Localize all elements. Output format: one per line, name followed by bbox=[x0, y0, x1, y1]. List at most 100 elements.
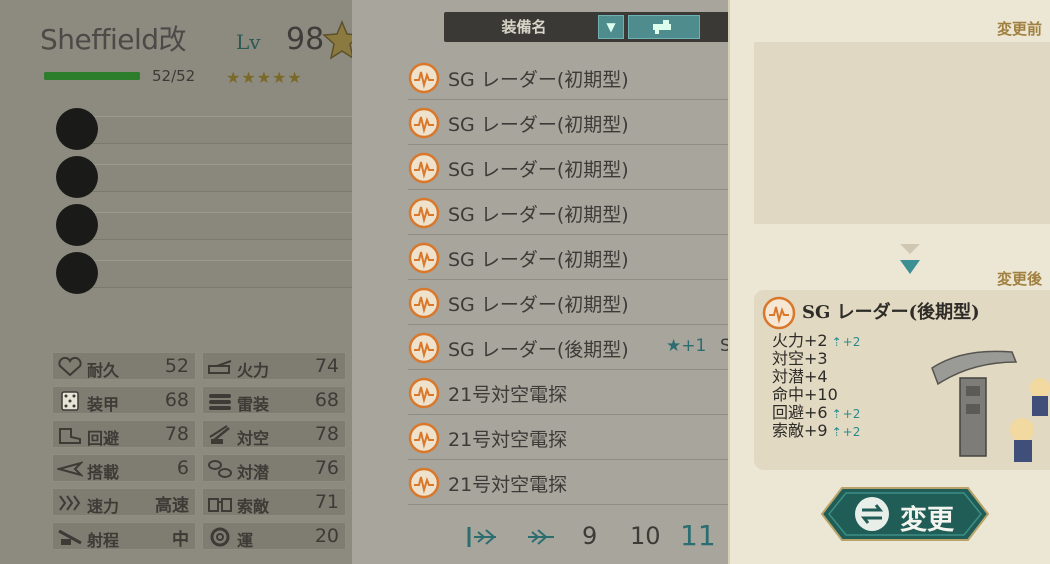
ship-status-panel: Sheffield改 Lv 98 52/52 ★★★★★ 耐久 52 火力 74… bbox=[0, 0, 362, 564]
stat-value: 78 bbox=[314, 423, 339, 445]
equipment-list-item[interactable]: 21号対空電探 bbox=[408, 461, 752, 505]
equipment-slot-3[interactable] bbox=[56, 204, 356, 246]
stat-value: 74 bbox=[314, 355, 339, 377]
list-header-title: 装備名 bbox=[501, 18, 547, 36]
bonus-value: +2 bbox=[842, 425, 861, 439]
equipment-list-item[interactable]: SG レーダー(初期型) bbox=[408, 101, 752, 145]
stat-hp: 耐久 52 bbox=[52, 352, 196, 380]
ship-name: Sheffield改 bbox=[40, 23, 187, 56]
filter-button[interactable] bbox=[628, 15, 700, 39]
before-label: 変更前 bbox=[996, 20, 1042, 38]
hp-bar-fill bbox=[44, 72, 140, 80]
radar-equipment-illustration bbox=[931, 350, 1050, 462]
bonus-value: +2 bbox=[842, 407, 861, 421]
rarity-stars: ★★★★★ bbox=[226, 68, 303, 87]
equipment-stat-line: 命中+10 bbox=[772, 386, 838, 403]
equipment-list-item[interactable]: 21号対空電探 bbox=[408, 416, 752, 460]
stat-anti-air: 対空 78 bbox=[202, 420, 346, 448]
equipment-stat-line: 対潜+4 bbox=[772, 368, 828, 385]
equipment-name: 21号対空電探 bbox=[448, 429, 568, 451]
empty-slot-icon bbox=[56, 156, 98, 198]
first-page-icon[interactable] bbox=[466, 524, 500, 550]
speed-icon bbox=[59, 495, 81, 511]
stat-value: 71 bbox=[314, 491, 339, 513]
equipment-list-item[interactable]: SG レーダー(初期型) bbox=[408, 191, 752, 235]
hp-text: 52/52 bbox=[152, 67, 196, 85]
page-11-current[interactable]: 11 bbox=[680, 519, 716, 552]
stat-text: 命中+10 bbox=[772, 385, 838, 404]
stat-armor: 装甲 68 bbox=[52, 386, 196, 414]
stat-text: 火力+2 bbox=[772, 331, 828, 350]
radar-icon bbox=[408, 197, 440, 229]
pagination: 9 10 11 bbox=[462, 519, 762, 554]
stat-text: 対空+3 bbox=[772, 349, 828, 368]
stat-range: 射程 中 bbox=[52, 522, 196, 550]
page-10[interactable]: 10 bbox=[630, 522, 661, 550]
equipment-name: 21号対空電探 bbox=[448, 384, 568, 406]
stat-label: 対潜 bbox=[237, 463, 270, 482]
slot-bar bbox=[92, 260, 356, 288]
bonus-value: +2 bbox=[842, 335, 861, 349]
stat-value: 78 bbox=[164, 423, 189, 445]
torpedo-icon bbox=[209, 394, 231, 410]
selected-equipment-card: SG レーダー(後期型) 火力+2 ⇡+2 対空+3 対潜+4 命中+10 回避+6 ⇡+2… bbox=[754, 290, 1050, 470]
hp-bar bbox=[44, 72, 140, 80]
after-label: 変更後 bbox=[996, 270, 1042, 288]
stat-luck: 運 20 bbox=[202, 522, 346, 550]
stat-label: 対空 bbox=[237, 429, 270, 448]
empty-slot-icon bbox=[56, 252, 98, 294]
stat-label: 搭載 bbox=[87, 463, 120, 482]
radar-icon bbox=[408, 107, 440, 139]
equipment-list-item[interactable]: SG レーダー(初期型) bbox=[408, 146, 752, 190]
stat-los: 索敵 71 bbox=[202, 488, 346, 516]
empty-slot-icon bbox=[56, 204, 98, 246]
radar-icon bbox=[408, 287, 440, 319]
stat-text: 対潜+4 bbox=[772, 367, 828, 386]
page-9[interactable]: 9 bbox=[582, 522, 597, 550]
level-value: 98 bbox=[286, 22, 325, 57]
equipment-slot-2[interactable] bbox=[56, 156, 356, 198]
slot-bar bbox=[92, 116, 356, 144]
equipment-name: SG レーダー(初期型) bbox=[448, 69, 629, 91]
dice-icon bbox=[61, 391, 79, 411]
change-button-label: 変更 bbox=[900, 505, 954, 536]
stat-value: 6 bbox=[176, 457, 189, 479]
equipment-list-panel: 装備名 ▼ SG レーダー(初期型) SG レーダー(初期型) SG レーダー(初期… bbox=[352, 0, 752, 564]
plane-icon bbox=[57, 461, 83, 477]
stat-value: 20 bbox=[314, 525, 339, 547]
equipment-slot-1[interactable] bbox=[56, 108, 356, 150]
radar-icon bbox=[408, 332, 440, 364]
stat-label: 運 bbox=[237, 531, 254, 550]
equipment-name: SG レーダー(初期型) bbox=[448, 204, 629, 226]
radar-icon bbox=[408, 152, 440, 184]
stat-value: 76 bbox=[314, 457, 339, 479]
change-button[interactable]: 変更 bbox=[820, 486, 990, 542]
equipment-name: SG レーダー(後期型) bbox=[448, 339, 629, 361]
stat-label: 索敵 bbox=[237, 497, 270, 516]
equipment-list-item[interactable]: 21号対空電探 bbox=[408, 371, 752, 415]
sort-dropdown-button[interactable]: ▼ bbox=[598, 15, 624, 39]
level-label: Lv bbox=[236, 30, 261, 54]
prev-page-icon[interactable] bbox=[524, 524, 558, 550]
stat-value: 68 bbox=[314, 389, 339, 411]
binoculars-icon bbox=[208, 498, 232, 512]
equipment-list-item[interactable]: SG レーダー(後期型) ★+1 S bbox=[408, 326, 752, 370]
radar-icon bbox=[408, 62, 440, 94]
stat-anti-sub: 対潜 76 bbox=[202, 454, 346, 482]
stat-text: 回避+6 bbox=[772, 403, 828, 422]
bonus-up-icon: ⇡ bbox=[831, 407, 842, 421]
stat-value: 高速 bbox=[155, 496, 189, 516]
cannon-icon bbox=[208, 360, 232, 374]
equipment-list-item[interactable]: SG レーダー(初期型) bbox=[408, 236, 752, 280]
stat-label: 装甲 bbox=[87, 395, 120, 414]
radar-icon bbox=[408, 422, 440, 454]
stat-torpedo: 雷装 68 bbox=[202, 386, 346, 414]
stat-evasion: 回避 78 bbox=[52, 420, 196, 448]
equipment-list-item[interactable]: SG レーダー(初期型) bbox=[408, 56, 752, 100]
equipment-stat-line: 索敵+9 ⇡+2 bbox=[772, 422, 860, 441]
bonus-up-icon: ⇡ bbox=[831, 425, 842, 439]
aa-gun-icon bbox=[209, 425, 230, 444]
radar-icon bbox=[762, 296, 796, 330]
equipment-list-item[interactable]: SG レーダー(初期型) bbox=[408, 281, 752, 325]
equipment-slot-4[interactable] bbox=[56, 252, 356, 294]
